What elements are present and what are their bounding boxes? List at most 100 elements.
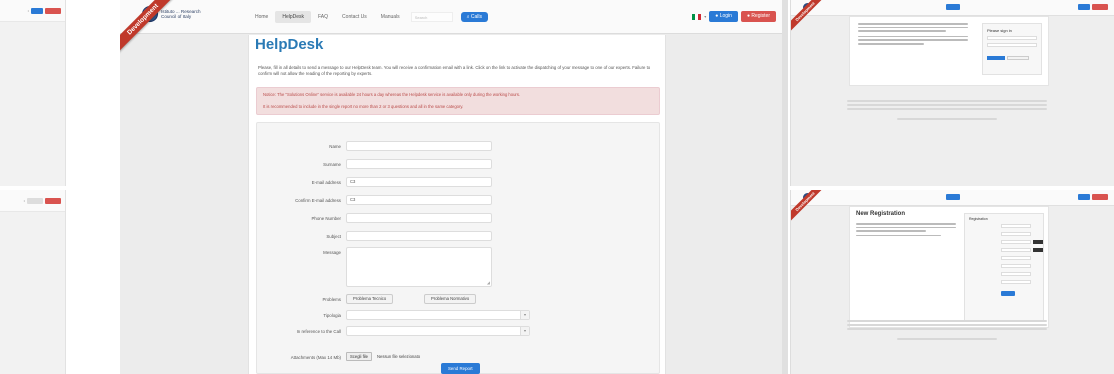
thumbnail-registration-text <box>856 223 956 238</box>
register-button[interactable]: ● Register <box>740 11 776 22</box>
thumbnail-calls-button[interactable] <box>946 4 960 10</box>
search-input[interactable]: Search <box>410 12 453 22</box>
italian-flag-icon[interactable] <box>692 13 702 20</box>
resize-handle-icon[interactable]: ◢ <box>487 281 490 285</box>
attachments-label: Attachments (Max 14 Mb) <box>290 355 341 360</box>
nav-helpdesk[interactable]: HelpDesk <box>275 11 312 23</box>
send-report-button[interactable]: Send Report <box>441 363 480 374</box>
thumbnail-signin-button[interactable] <box>987 56 1005 60</box>
thumbnail-register-button[interactable] <box>45 7 61 14</box>
thumbnail-development-ribbon: Development <box>791 0 828 34</box>
screenshot-canvas: • • Istituto ... Research Council of Ita… <box>0 0 1114 374</box>
calls-button-label: Calls <box>470 14 483 20</box>
thumbnail-register-button[interactable] <box>1092 4 1108 10</box>
problem-normative-button[interactable]: Problema Normativo <box>424 294 477 304</box>
problems-row: Problems Problema Tecnico Problema Norma… <box>257 294 661 305</box>
thumbnail-development-ribbon: Development <box>791 190 828 224</box>
search-icon: ⌕ <box>466 14 470 20</box>
email-label: E-mail address <box>311 180 341 185</box>
notice-alert: Notice: The "Solutions Online" service i… <box>256 87 660 115</box>
main-nav: Home HelpDesk FAQ Contact Us Manuals Sea… <box>248 11 489 23</box>
nav-manuals[interactable]: Manuals <box>374 11 407 23</box>
thumbnail-login-page: Development Please sign in <box>790 0 1114 186</box>
nav-right: ▾ ● Login ● Register <box>692 11 776 22</box>
name-input[interactable] <box>346 141 492 151</box>
page-title: HelpDesk <box>255 36 324 53</box>
name-label: Name <box>329 144 341 149</box>
thumbnail-login-button[interactable] <box>1078 4 1090 10</box>
thumbnail-auth-buttons <box>1078 194 1108 200</box>
user-plus-icon: ● <box>746 13 750 19</box>
intro-text: Please, fill in all details to send a me… <box>258 65 651 77</box>
thumbnail-registration-page: Development New Registration Registratio… <box>790 190 1114 374</box>
register-button-label: Register <box>751 13 770 19</box>
thumbnail-register-button[interactable] <box>1092 194 1108 200</box>
call-ref-label: In reference to the Call <box>296 329 341 334</box>
thumbnail-forgot-button[interactable] <box>1007 56 1029 60</box>
thumbnail-left-bottom: • <box>0 190 66 374</box>
helpdesk-form: Name Surname E-mail address C3 Confirm E… <box>256 122 660 374</box>
thumbnail-username-input[interactable] <box>987 36 1037 40</box>
notice-question-limit: It is recommended to include in the sing… <box>263 104 464 109</box>
thumbnail-flag: • <box>23 198 25 203</box>
chevron-down-icon: ▾ <box>704 14 707 19</box>
thumbnail-footer <box>847 100 1047 120</box>
email-field[interactable]: C3 <box>346 177 492 187</box>
subject-input[interactable] <box>346 231 492 241</box>
thumbnail-calls-button[interactable] <box>946 194 960 200</box>
thumbnail-login-title: Please sign in <box>987 28 1012 33</box>
problems-label: Problems <box>322 297 341 302</box>
thumbnail-login-text <box>858 23 968 47</box>
nav-home[interactable]: Home <box>248 11 275 23</box>
problem-technical-button[interactable]: Problema Tecnico <box>346 294 394 304</box>
thumbnail-login-button[interactable] <box>1078 194 1090 200</box>
thumbnail-password-input[interactable] <box>987 43 1037 47</box>
confirm-email-label: Confirm E-mail address <box>295 198 341 203</box>
thumbnail-register-submit[interactable] <box>1001 291 1015 296</box>
thumbnail-login-content: Please sign in <box>849 16 1049 86</box>
thumbnail-registration-content: New Registration Registration <box>849 206 1049 328</box>
thumbnail-login-button[interactable] <box>31 7 43 14</box>
window-scrollbar[interactable] <box>782 0 788 374</box>
thumbnail-login-box: Please sign in <box>982 23 1042 75</box>
typology-label: Tipologia <box>323 313 341 318</box>
no-file-text: Nessun file selezionato <box>377 354 421 359</box>
phone-input[interactable] <box>346 213 492 223</box>
phone-row: Phone Number <box>257 213 661 224</box>
thumbnail-registration-box-title: Registration <box>969 217 988 221</box>
thumbnail-register-button[interactable] <box>45 197 61 204</box>
calls-button[interactable]: ⌕ Calls <box>460 12 489 22</box>
nav-faq[interactable]: FAQ <box>311 11 335 23</box>
message-textarea[interactable]: ◢ <box>346 247 492 287</box>
thumbnail-registration-box: Registration <box>964 213 1044 321</box>
main-window: Istituto ... Research Council of Italy D… <box>120 0 788 374</box>
thumbnail-left-top: • <box>0 0 66 186</box>
typology-select[interactable]: ▾ <box>346 310 530 320</box>
name-row: Name <box>257 141 661 152</box>
thumbnail-toolbar: • <box>0 0 65 22</box>
message-label: Message <box>323 250 341 255</box>
thumbnail-flag: • <box>27 8 29 13</box>
choose-file-button[interactable]: Scegli file <box>346 352 372 361</box>
surname-label: Surname <box>323 162 341 167</box>
nav-contact-us[interactable]: Contact Us <box>335 11 374 23</box>
subject-row: Subject <box>257 231 661 242</box>
confirm-email-row: Confirm E-mail address C3 <box>257 195 661 206</box>
surname-input[interactable] <box>346 159 492 169</box>
thumbnail-login-button[interactable] <box>27 197 43 204</box>
typology-row: Tipologia ▾ <box>257 310 661 321</box>
attachments-row: Attachments (Max 14 Mb) Scegli file Ness… <box>257 352 661 363</box>
surname-row: Surname <box>257 159 661 170</box>
user-icon: ● <box>715 13 719 19</box>
thumbnail-navbar: Development <box>791 190 1114 224</box>
thumbnail-navbar: Development <box>791 0 1114 34</box>
thumbnail-toolbar: • <box>0 190 65 212</box>
subject-label: Subject <box>326 234 341 239</box>
call-ref-select[interactable]: ▾ <box>346 326 530 336</box>
login-button[interactable]: ● Login <box>709 11 738 22</box>
email-row: E-mail address C3 <box>257 177 661 188</box>
chevron-down-icon: ▾ <box>520 311 529 319</box>
chevron-down-icon: ▾ <box>520 327 529 335</box>
page-content: HelpDesk Please, fill in all details to … <box>248 35 666 374</box>
confirm-email-field[interactable]: C3 <box>346 195 492 205</box>
